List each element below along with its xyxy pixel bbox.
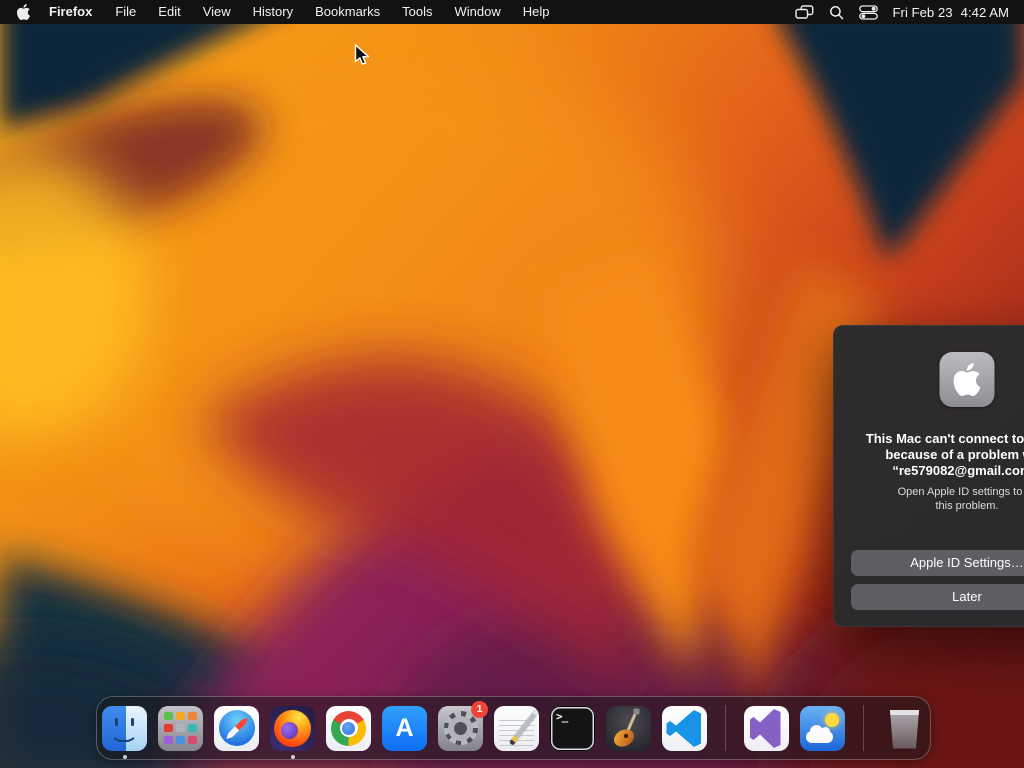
menu-item-edit[interactable]: Edit <box>147 0 191 24</box>
menu-bar: Firefox File Edit View History Bookmarks… <box>0 0 1024 24</box>
dock-item-app-store[interactable]: A <box>382 705 427 751</box>
control-center-icon[interactable] <box>858 4 878 20</box>
running-indicator <box>290 754 295 759</box>
menu-bar-clock[interactable]: Fri Feb 23 4:42 AM <box>893 5 1010 20</box>
dock-item-chrome[interactable] <box>326 705 371 751</box>
dock-divider <box>725 705 726 751</box>
dialog-title-line: This Mac can't connect to iCloud <box>865 431 1024 446</box>
visual-studio-icon <box>744 705 789 751</box>
menu-item-view[interactable]: View <box>192 0 242 24</box>
dock-item-trash[interactable] <box>882 706 927 751</box>
clock-time: 4:42 AM <box>960 4 1009 20</box>
app-store-icon: A <box>382 705 427 751</box>
finder-icon <box>102 705 147 751</box>
dock-item-firefox[interactable] <box>270 705 315 759</box>
dialog-title-line: because of a problem with <box>885 447 1024 462</box>
later-button[interactable]: Later <box>851 584 1024 610</box>
dock-item-visual-studio[interactable] <box>744 705 789 751</box>
firefox-icon <box>270 705 315 751</box>
clock-date: Fri Feb 23 <box>892 4 953 20</box>
running-indicator <box>122 754 127 759</box>
spotlight-search-icon[interactable] <box>829 5 844 20</box>
dock-item-vscode[interactable] <box>662 705 707 751</box>
notification-badge: 1 <box>471 700 488 718</box>
launchpad-icon <box>158 705 203 751</box>
menu-bar-left: Firefox File Edit View History Bookmarks… <box>0 0 561 24</box>
garageband-icon <box>606 705 651 751</box>
mouse-cursor <box>354 44 371 72</box>
dock-divider <box>863 705 864 751</box>
menu-item-bookmarks[interactable]: Bookmarks <box>304 0 391 24</box>
dialog-title: This Mac can't connect to iCloud because… <box>833 431 1024 479</box>
dock: A 1 >_ <box>96 696 931 760</box>
chrome-icon <box>326 705 371 751</box>
menu-item-help[interactable]: Help <box>512 0 561 24</box>
dialog-body-line: Open Apple ID settings to fix <box>897 486 1024 498</box>
menu-item-window[interactable]: Window <box>444 0 512 24</box>
dock-item-safari[interactable] <box>214 705 259 751</box>
textedit-icon <box>494 705 539 751</box>
vscode-icon <box>662 705 707 751</box>
weather-icon <box>800 705 845 751</box>
dialog-body-line: this problem. <box>935 500 999 512</box>
menu-bar-status: Fri Feb 23 4:42 AM <box>794 0 1024 24</box>
dock-item-garageband[interactable] <box>606 705 651 751</box>
dialog-buttons: Apple ID Settings… Later <box>851 550 1024 618</box>
menu-item-file[interactable]: File <box>104 0 147 24</box>
apple-menu-icon[interactable] <box>17 0 40 24</box>
dock-item-system-settings[interactable]: 1 <box>438 700 488 751</box>
menu-item-tools[interactable]: Tools <box>391 0 443 24</box>
dock-item-textedit[interactable] <box>494 705 539 751</box>
macos-desktop: { "menu_bar": { "app_name": "Firefox", "… <box>0 0 1024 768</box>
dock-item-terminal[interactable]: >_ <box>550 705 595 751</box>
trash-icon <box>882 706 927 751</box>
apple-id-settings-button[interactable]: Apple ID Settings… <box>851 550 1024 576</box>
dialog-title-line: “re579082@gmail.com”. <box>892 463 1024 478</box>
dialog-body: Open Apple ID settings to fix this probl… <box>833 485 1024 513</box>
menu-app-name[interactable]: Firefox <box>40 0 104 24</box>
windows-stack-icon[interactable] <box>794 4 814 20</box>
apple-logo-icon <box>939 352 995 407</box>
dock-item-finder[interactable] <box>102 705 147 759</box>
dock-item-weather[interactable] <box>800 705 845 751</box>
terminal-glyph: >_ <box>556 709 568 723</box>
menu-item-history[interactable]: History <box>242 0 304 24</box>
dock-item-launchpad[interactable] <box>158 705 203 751</box>
app-store-glyph: A <box>395 713 414 742</box>
terminal-icon: >_ <box>550 705 595 751</box>
icloud-alert-dialog: This Mac can't connect to iCloud because… <box>833 325 1024 627</box>
safari-icon <box>214 705 259 751</box>
